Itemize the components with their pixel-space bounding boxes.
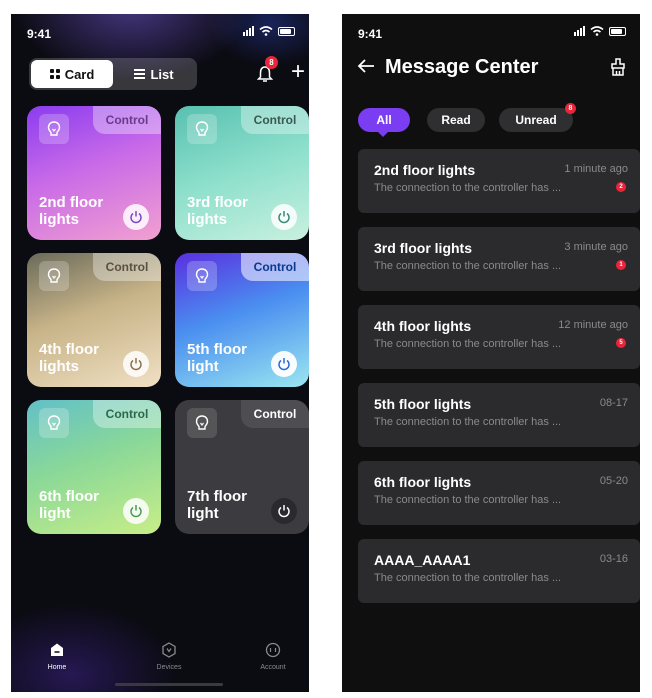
home-icon <box>51 643 63 656</box>
device-name: 6th floor light <box>39 488 99 522</box>
power-icon[interactable] <box>123 351 149 377</box>
signal-icon <box>574 26 585 36</box>
wifi-icon <box>259 26 273 36</box>
message-preview: The connection to the controller has ... <box>374 572 562 584</box>
tab-devices-label: Devices <box>156 664 182 671</box>
bulb-icon <box>39 114 69 144</box>
control-button[interactable]: Control <box>241 253 309 281</box>
device-card[interactable]: Control 7th floor light <box>175 400 309 534</box>
message-title: AAAA_AAAA1 <box>374 552 471 568</box>
bulb-icon <box>187 408 217 438</box>
message-preview: The connection to the controller has ... <box>374 416 562 428</box>
control-button[interactable]: Control <box>241 400 309 428</box>
message-item[interactable]: 2nd floor lights 1 minute ago The connec… <box>358 149 640 213</box>
message-time: 08-17 <box>599 397 628 409</box>
device-card[interactable]: Control 3rd floor lights <box>175 106 309 240</box>
bulb-icon <box>39 408 69 438</box>
card-view-label: Card <box>64 66 95 82</box>
device-name: 2nd floor lights <box>39 194 104 228</box>
message-preview: The connection to the controller has ... <box>374 494 562 506</box>
status-bar: 9:41 <box>11 14 309 50</box>
clear-all-icon[interactable] <box>608 57 628 77</box>
message-item[interactable]: 3rd floor lights 3 minute ago The connec… <box>358 227 640 291</box>
message-title: 6th floor lights <box>374 474 472 490</box>
message-title: 2nd floor lights <box>374 162 476 178</box>
message-time: 3 minute ago <box>564 241 628 253</box>
device-card[interactable]: Control 6th floor light <box>27 400 161 534</box>
device-name: 4th floor lights <box>39 341 99 375</box>
card-view-button[interactable]: Card <box>31 60 113 88</box>
tab-home-label: Home <box>47 664 67 671</box>
filter-read[interactable]: Read <box>427 108 485 132</box>
filter-all[interactable]: All <box>358 108 410 137</box>
message-title: 3rd floor lights <box>374 240 472 256</box>
tab-account[interactable]: Account <box>243 642 303 671</box>
view-toggle: Card List <box>29 58 197 90</box>
message-item[interactable]: AAAA_AAAA1 03-16 The connection to the c… <box>358 539 640 603</box>
control-button[interactable]: Control <box>93 400 161 428</box>
status-time: 9:41 <box>358 27 383 41</box>
notification-badge: 8 <box>265 56 278 69</box>
control-button[interactable]: Control <box>93 253 161 281</box>
bulb-icon <box>39 261 69 291</box>
power-icon[interactable] <box>271 498 297 524</box>
message-preview: The connection to the controller has ... <box>374 260 562 272</box>
list-icon <box>134 69 146 79</box>
filter-unread-label: Unread <box>515 113 557 127</box>
bulb-icon <box>187 114 217 144</box>
back-arrow-icon[interactable] <box>356 56 376 76</box>
power-icon[interactable] <box>271 351 297 377</box>
battery-icon <box>609 26 626 36</box>
account-icon <box>265 642 281 658</box>
message-preview: The connection to the controller has ... <box>374 182 562 194</box>
message-item[interactable]: 6th floor lights 05-20 The connection to… <box>358 461 640 525</box>
page-title: Message Center <box>385 56 539 78</box>
device-name: 5th floor light <box>187 341 247 375</box>
message-time: 05-20 <box>599 475 628 487</box>
message-center-screen: 9:41 Message Center All Read Unread 8 2n… <box>342 14 640 692</box>
control-button[interactable]: Control <box>93 106 161 134</box>
message-preview: The connection to the controller has ... <box>374 338 562 350</box>
bulb-icon <box>187 261 217 291</box>
tab-home[interactable]: Home <box>27 642 87 671</box>
message-item[interactable]: 5th floor lights 08-17 The connection to… <box>358 383 640 447</box>
hexagon-icon <box>162 642 176 658</box>
filter-unread[interactable]: Unread 8 <box>499 103 576 132</box>
list-view-label: List <box>150 66 174 82</box>
signal-icon <box>243 26 254 36</box>
add-icon[interactable]: + <box>291 60 305 84</box>
tab-devices[interactable]: Devices <box>139 642 199 671</box>
message-badge: 1 <box>616 260 626 270</box>
power-icon[interactable] <box>123 498 149 524</box>
message-item[interactable]: 4th floor lights 12 minute ago The conne… <box>358 305 640 369</box>
message-time: 1 minute ago <box>564 163 628 175</box>
device-card[interactable]: Control 5th floor light <box>175 253 309 387</box>
device-card[interactable]: Control 4th floor lights <box>27 253 161 387</box>
tab-account-label: Account <box>260 664 286 671</box>
message-time: 12 minute ago <box>558 319 628 331</box>
message-time: 03-16 <box>599 553 628 565</box>
device-name: 3rd floor lights <box>187 194 248 228</box>
home-screen: 9:41 Card List 8 + Control 2nd floor lig… <box>11 14 309 692</box>
battery-icon <box>278 26 295 36</box>
status-bar: 9:41 <box>342 14 640 50</box>
message-badge: 5 <box>616 338 626 348</box>
list-view-button[interactable]: List <box>113 60 195 88</box>
message-title: 4th floor lights <box>374 318 472 334</box>
control-button[interactable]: Control <box>241 106 309 134</box>
device-name: 7th floor light <box>187 488 247 522</box>
grid-icon <box>49 69 60 79</box>
home-indicator <box>115 683 223 686</box>
tab-bar: Home Devices Account <box>11 632 309 692</box>
message-title: 5th floor lights <box>374 396 472 412</box>
power-icon[interactable] <box>123 204 149 230</box>
device-card[interactable]: Control 2nd floor lights <box>27 106 161 240</box>
message-badge: 2 <box>616 182 626 192</box>
status-time: 9:41 <box>27 27 52 41</box>
wifi-icon <box>590 26 604 36</box>
power-icon[interactable] <box>271 204 297 230</box>
unread-badge: 8 <box>565 103 576 114</box>
